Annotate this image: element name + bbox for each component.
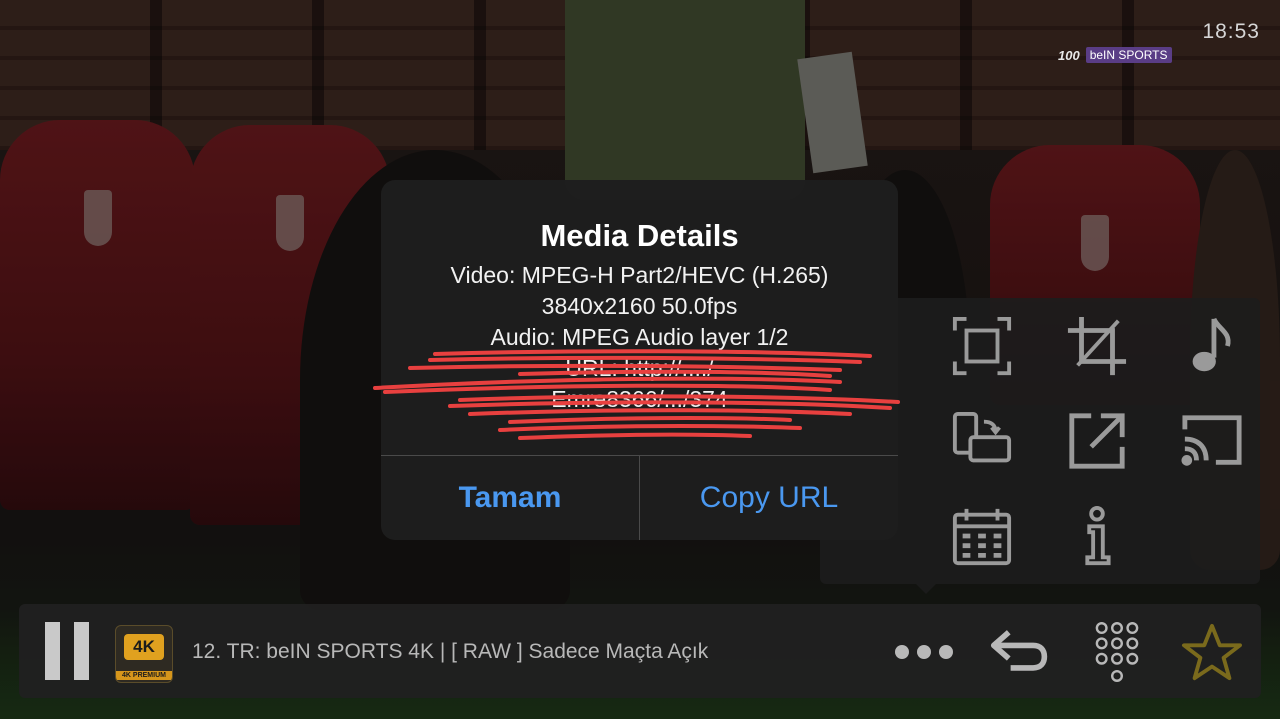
external-open-icon	[1069, 413, 1125, 469]
star-icon	[1182, 623, 1242, 681]
crop-icon	[1067, 316, 1127, 376]
pause-icon	[45, 622, 60, 680]
resolution-line: 3840x2160 50.0fps	[541, 293, 738, 319]
broadcast-logo: 100 beIN SPORTS	[1058, 47, 1172, 63]
copy-url-button[interactable]: Copy URL	[640, 456, 898, 540]
channel-badge: 4K	[124, 634, 164, 660]
ok-button[interactable]: Tamam	[381, 456, 640, 540]
rotate-screen-button[interactable]	[942, 401, 1022, 481]
dialog-actions: Tamam Copy URL	[381, 455, 898, 540]
media-info-button[interactable]	[1057, 496, 1137, 576]
fullscreen-icon	[952, 316, 1012, 376]
favorite-button[interactable]	[1179, 622, 1245, 684]
url-line: URL: http://..../	[565, 355, 714, 381]
cast-button[interactable]	[1172, 401, 1252, 481]
cast-icon	[1181, 415, 1242, 466]
dialog-title: Media Details	[540, 218, 739, 253]
undo-arrow-icon	[990, 630, 1048, 671]
audio-track-button[interactable]	[1172, 306, 1252, 386]
open-external-button[interactable]	[1057, 401, 1137, 481]
epg-calendar-button[interactable]	[942, 496, 1022, 576]
rotate-screen-icon	[952, 411, 1012, 463]
calendar-icon	[952, 508, 1012, 566]
channel-logo: 4K 4K PREMIUM	[115, 625, 173, 683]
pause-button[interactable]	[45, 622, 89, 680]
audio-codec-line: Audio: MPEG Audio layer 1/2	[490, 324, 789, 350]
fullscreen-button[interactable]	[942, 306, 1022, 386]
logo-prefix: 100	[1058, 47, 1080, 63]
keypad-icon	[1095, 622, 1139, 682]
crop-button[interactable]	[1057, 306, 1137, 386]
clock: 18:53	[1202, 20, 1260, 43]
more-dots-icon	[895, 645, 953, 659]
info-icon	[1085, 505, 1111, 566]
logo-brand: beIN SPORTS	[1085, 47, 1172, 63]
video-codec-line: Video: MPEG-H Part2/HEVC (H.265)	[450, 262, 829, 288]
channel-title: 12. TR: beIN SPORTS 4K | [ RAW ] Sadece …	[192, 640, 709, 663]
media-details-dialog: Media Details Video: MPEG-H Part2/HEVC (…	[381, 180, 898, 540]
channel-badge-sub: 4K PREMIUM	[116, 671, 172, 680]
dialog-body: Video: MPEG-H Part2/HEVC (H.265) 3840x21…	[381, 260, 898, 415]
url-path-line: Emre8366/.../374	[551, 386, 728, 412]
back-button[interactable]	[987, 626, 1053, 676]
numpad-button[interactable]	[1091, 618, 1143, 686]
player-control-bar: 4K 4K PREMIUM 12. TR: beIN SPORTS 4K | […	[19, 604, 1261, 698]
more-button[interactable]	[889, 632, 959, 672]
audio-track-icon	[1192, 317, 1231, 372]
